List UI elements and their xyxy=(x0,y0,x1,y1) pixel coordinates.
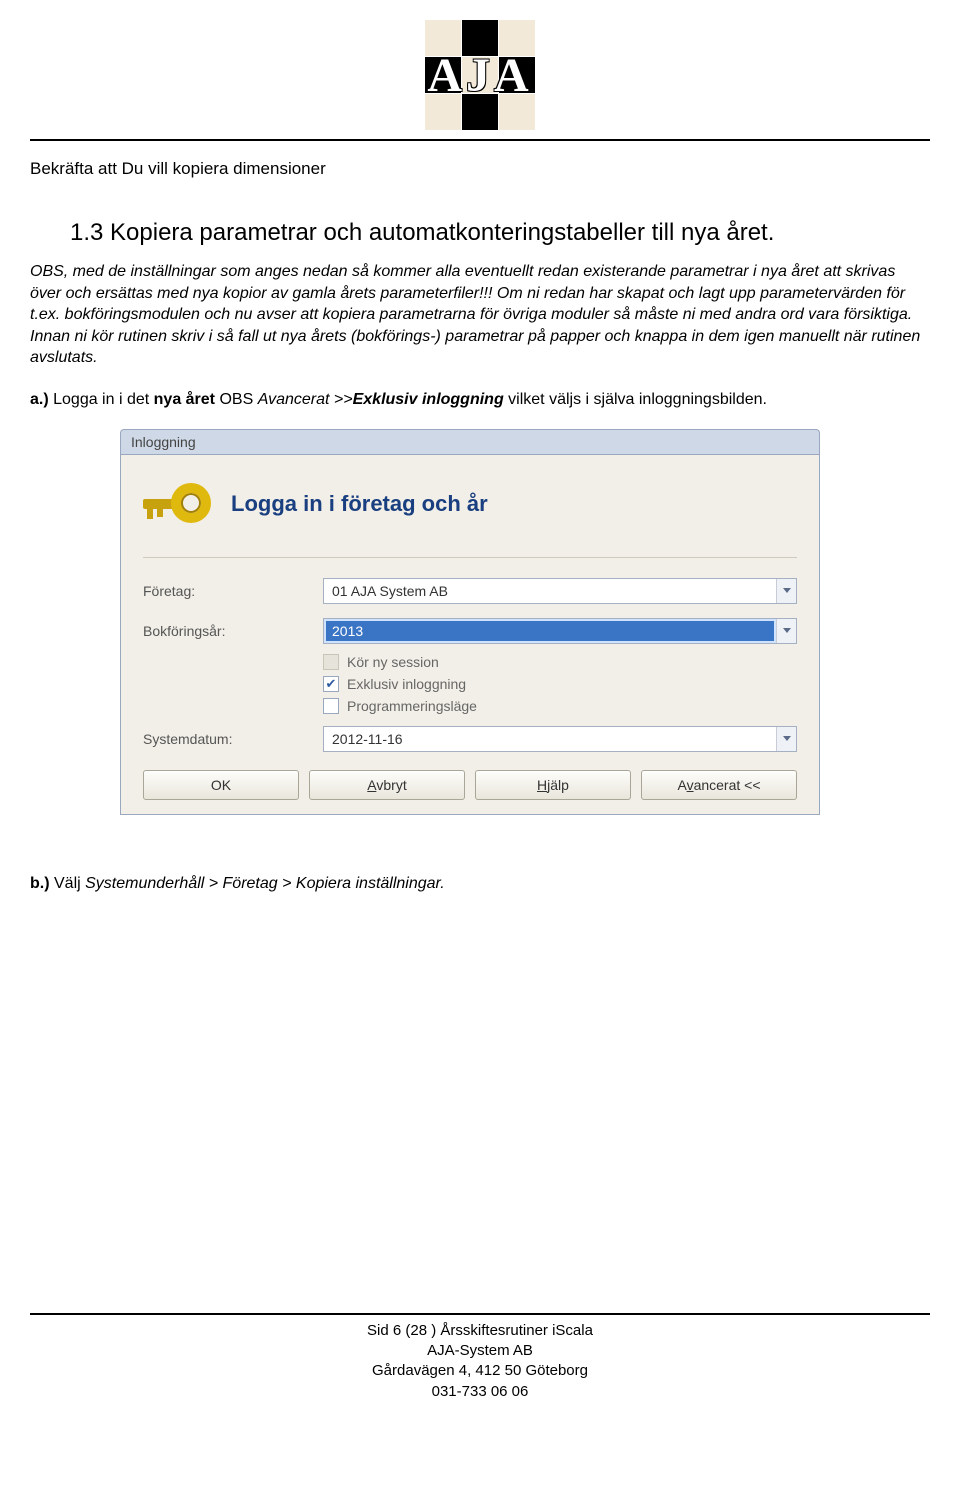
header-divider xyxy=(30,139,930,141)
key-icon xyxy=(143,473,213,535)
ok-button[interactable]: OK xyxy=(143,770,299,800)
window-title: Inloggning xyxy=(120,429,820,454)
step-b: b.) Välj Systemunderhåll > Företag > Kop… xyxy=(30,875,930,893)
year-value: 2013 xyxy=(326,621,774,641)
footer-line-1: Sid 6 (28 ) Årsskiftesrutiner iScala xyxy=(30,1321,930,1341)
checkbox-exklusiv-inloggning[interactable]: ✔ Exklusiv inloggning xyxy=(323,676,797,692)
sysdate-label: Systemdatum: xyxy=(143,731,323,747)
checkbox-programmeringslage[interactable]: Programmeringsläge xyxy=(323,698,797,714)
page-footer: Sid 6 (28 ) Årsskiftesrutiner iScala AJA… xyxy=(30,1321,930,1402)
step-b-marker: b.) xyxy=(30,875,50,892)
hjalp-button[interactable]: Hjälp xyxy=(475,770,631,800)
step-a-marker: a.) xyxy=(30,391,49,408)
footer-line-2: AJA-System AB xyxy=(30,1341,930,1361)
year-label: Bokföringsår: xyxy=(143,623,323,639)
company-label: Företag: xyxy=(143,583,323,599)
warning-paragraph: OBS, med de inställningar som anges neda… xyxy=(30,261,930,369)
checkbox-label: Programmeringsläge xyxy=(347,698,477,714)
company-combobox[interactable]: 01 AJA System AB xyxy=(323,578,797,604)
section-title: 1.3 Kopiera parametrar och automatkonter… xyxy=(70,219,930,247)
avancerat-button[interactable]: Avancerat << xyxy=(641,770,797,800)
sysdate-value: 2012-11-16 xyxy=(324,731,776,747)
footer-line-4: 031-733 06 06 xyxy=(30,1382,930,1402)
logo-text: AJA xyxy=(425,20,535,130)
checkbox-kor-ny-session[interactable]: Kör ny session xyxy=(323,654,797,670)
dialog-header: Logga in i företag och år xyxy=(231,491,488,517)
dialog-separator xyxy=(143,557,797,558)
chevron-down-icon[interactable] xyxy=(776,579,796,603)
avbryt-button[interactable]: Avbryt xyxy=(309,770,465,800)
checkbox-label: Kör ny session xyxy=(347,654,439,670)
checkbox-label: Exklusiv inloggning xyxy=(347,676,466,692)
chevron-down-icon[interactable] xyxy=(776,727,796,751)
login-dialog: Inloggning Logga in i företag och år För… xyxy=(120,429,820,815)
step-a: a.) Logga in i det nya året OBS Avancera… xyxy=(30,391,930,409)
footer-divider xyxy=(30,1313,930,1315)
checkbox-icon: ✔ xyxy=(323,676,339,692)
page-logo: AJA xyxy=(30,20,930,135)
footer-line-3: Gårdavägen 4, 412 50 Göteborg xyxy=(30,1361,930,1381)
chevron-down-icon[interactable] xyxy=(776,619,796,643)
sysdate-combobox[interactable]: 2012-11-16 xyxy=(323,726,797,752)
checkbox-icon xyxy=(323,698,339,714)
company-value: 01 AJA System AB xyxy=(324,583,776,599)
checkbox-icon xyxy=(323,654,339,670)
year-combobox[interactable]: 2013 xyxy=(323,618,797,644)
intro-text: Bekräfta att Du vill kopiera dimensioner xyxy=(30,159,930,179)
